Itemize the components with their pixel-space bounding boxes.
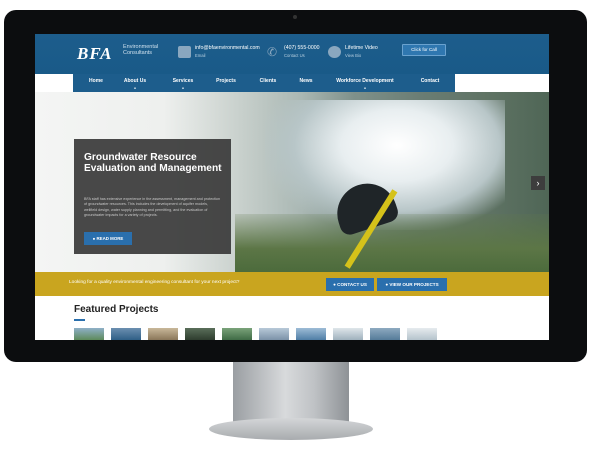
site-logo[interactable]: BFA: [77, 44, 112, 64]
hero-description: BFA staff has extensive experience in th…: [84, 197, 221, 218]
contact-us-button[interactable]: ● CONTACT US: [326, 278, 374, 291]
dropdown-indicator-icon: •: [182, 86, 184, 92]
read-more-button[interactable]: ● READ MORE: [84, 232, 132, 245]
nav-projects-label: Projects: [216, 78, 236, 84]
email-icon: [178, 46, 191, 58]
view-projects-button[interactable]: ● VIEW OUR PROJECTS: [377, 278, 447, 291]
website-screen: BFA Environmental Consultants info@bfaen…: [35, 34, 549, 340]
nav-services-label: Services: [172, 78, 194, 84]
nav-contact[interactable]: Contact: [415, 74, 445, 92]
dropdown-indicator-icon: •: [364, 86, 366, 92]
phone-label: Contact Us: [284, 53, 305, 58]
webcam: [293, 15, 297, 19]
monitor-stand: [233, 362, 349, 422]
nav-workforce-label: Workforce Development: [336, 78, 394, 84]
project-thumbnail[interactable]: [185, 328, 215, 340]
hero-grass-image: [235, 214, 549, 272]
dropdown-indicator-icon: •: [134, 86, 136, 92]
nav-news[interactable]: News: [295, 74, 317, 92]
nav-services[interactable]: Services •: [167, 74, 199, 92]
heading-underline: [74, 319, 85, 321]
project-thumbnail[interactable]: [296, 328, 326, 340]
nav-home-label: Home: [89, 78, 103, 84]
nav-news-label: News: [299, 78, 313, 84]
phone-icon: ✆: [267, 45, 278, 59]
nav-clients[interactable]: Clients: [255, 74, 281, 92]
project-thumbnail[interactable]: [333, 328, 363, 340]
hero-caption-box: Groundwater Resource Evaluation and Mana…: [74, 139, 231, 254]
project-thumbnail[interactable]: [259, 328, 289, 340]
nav-home[interactable]: Home: [83, 74, 109, 92]
project-thumbnail[interactable]: [407, 328, 437, 340]
nav-workforce-development[interactable]: Workforce Development •: [329, 74, 401, 92]
view-projects-label: VIEW OUR PROJECTS: [389, 282, 439, 287]
email-address[interactable]: info@bfaenvironmental.com: [195, 45, 260, 51]
cta-banner-text: Looking for a quality environmental engi…: [69, 280, 240, 285]
contact-us-label: CONTACT US: [337, 282, 367, 287]
nav-about-us[interactable]: About Us •: [119, 74, 151, 92]
logo-subtitle: Environmental Consultants: [123, 44, 159, 56]
monitor-stand-base: [209, 418, 373, 440]
project-thumbnail[interactable]: [111, 328, 141, 340]
site-header: BFA Environmental Consultants info@bfaen…: [35, 34, 549, 74]
click-for-call-button[interactable]: Click for Call: [402, 44, 446, 56]
hero-title: Groundwater Resource Evaluation and Mana…: [84, 152, 222, 174]
main-navigation: Home About Us • Services • Projects Client…: [73, 74, 455, 92]
video-title[interactable]: Lifetime Video: [345, 45, 378, 51]
click-call-label: Click for Call: [411, 47, 437, 52]
featured-projects-heading: Featured Projects: [74, 304, 159, 315]
video-label: View Bio: [345, 53, 362, 58]
project-thumbnail[interactable]: [370, 328, 400, 340]
project-thumbnail[interactable]: [148, 328, 178, 340]
nav-projects[interactable]: Projects: [211, 74, 241, 92]
email-label: Email: [195, 53, 206, 58]
phone-number[interactable]: (407) 555-0000: [284, 45, 319, 51]
play-icon: [328, 46, 341, 58]
read-more-label: READ MORE: [96, 236, 124, 241]
project-thumbnail[interactable]: [222, 328, 252, 340]
cta-banner: Looking for a quality environmental engi…: [35, 272, 549, 296]
project-thumbnail[interactable]: [74, 328, 104, 340]
nav-contact-label: Contact: [420, 78, 440, 84]
nav-clients-label: Clients: [259, 78, 277, 84]
nav-about-label: About Us: [123, 78, 147, 84]
slider-next-arrow-icon[interactable]: ›: [531, 176, 545, 190]
